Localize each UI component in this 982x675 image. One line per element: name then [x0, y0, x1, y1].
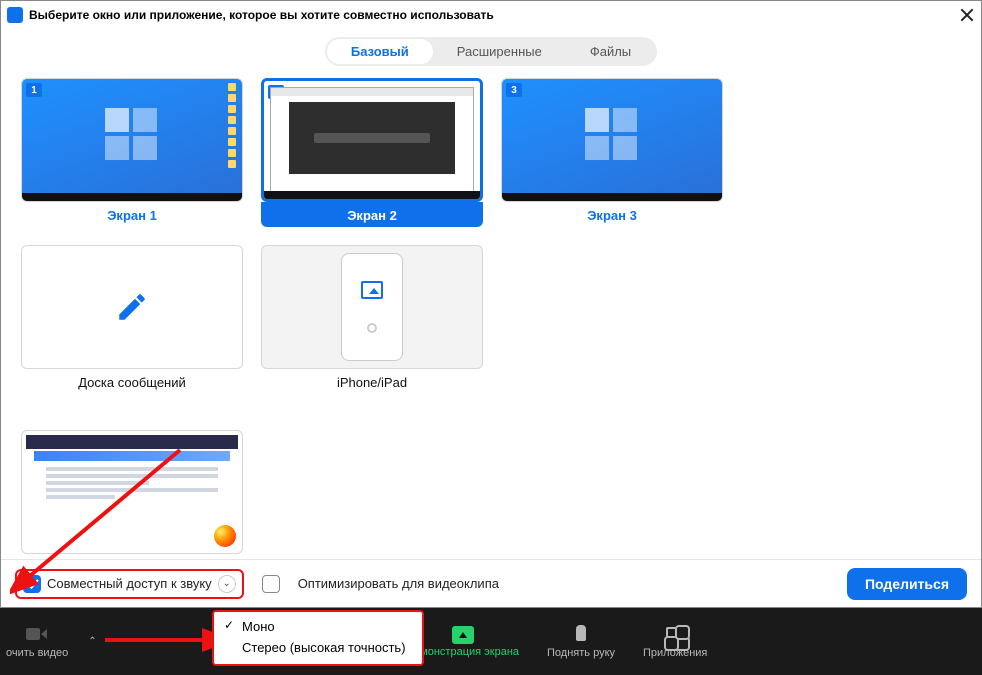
share-dialog: Выберите окно или приложение, которое вы… [0, 0, 982, 608]
card-screen-3[interactable]: 3 Экран 3 [501, 78, 723, 227]
card-iphone-ipad[interactable]: iPhone/iPad [261, 245, 483, 394]
card-label: Доска сообщений [21, 369, 243, 394]
dialog-title: Выберите окно или приложение, которое вы… [29, 8, 494, 22]
card-label: Экран 3 [501, 202, 723, 227]
share-button[interactable]: Поделиться [847, 568, 967, 600]
optimize-video-label: Оптимизировать для видеоклипа [298, 576, 499, 591]
video-caret-icon[interactable]: ⌃ [82, 636, 102, 647]
share-sound-group: Совместный доступ к звуку ⌄ [15, 569, 244, 599]
card-label: Экран 2 [261, 202, 483, 227]
tab-group: Базовый Расширенные Файлы [1, 29, 981, 78]
monitor-badge: 1 [26, 83, 42, 97]
toolbar-video-label: очить видео [6, 647, 68, 659]
tab-basic[interactable]: Базовый [327, 39, 433, 64]
toolbar-raise-hand[interactable]: Поднять руку [533, 608, 629, 675]
dialog-footer: Совместный доступ к звуку ⌄ Оптимизирова… [1, 559, 981, 607]
pencil-icon [115, 290, 149, 324]
option-mono[interactable]: Моно [222, 616, 414, 637]
camera-icon [26, 625, 48, 645]
zoom-toolbar: очить видео ⌃ Чат Демонстрация экрана По… [0, 608, 982, 675]
share-screen-icon [452, 626, 474, 644]
airplay-icon [361, 281, 383, 299]
monitor-badge: 3 [506, 83, 522, 97]
card-screen-1[interactable]: 1 Экран 1 [21, 78, 243, 227]
titlebar: Выберите окно или приложение, которое вы… [1, 1, 981, 29]
card-label: Экран 1 [21, 202, 243, 227]
tab-files[interactable]: Файлы [566, 39, 655, 64]
optimize-video-checkbox[interactable] [262, 575, 280, 593]
card-screen-2[interactable]: 2 Экран 2 [261, 78, 483, 227]
firefox-icon [214, 525, 236, 547]
card-window-firefox[interactable]: Демонстрация в zoom: как вкл… [21, 430, 243, 579]
hand-icon [570, 625, 592, 645]
zoom-logo-icon [7, 7, 23, 23]
toolbar-video[interactable]: очить видео [0, 608, 82, 675]
sound-mode-popup: Моно Стерео (высокая точность) [212, 610, 424, 666]
share-sound-checkbox[interactable] [23, 575, 41, 593]
tab-advanced[interactable]: Расширенные [433, 39, 566, 64]
toolbar-hand-label: Поднять руку [547, 647, 615, 659]
toolbar-apps[interactable]: Приложения [629, 608, 721, 675]
apps-icon [664, 625, 686, 645]
share-sound-dropdown[interactable]: ⌄ [218, 575, 236, 593]
toolbar-apps-label: Приложения [643, 647, 707, 659]
card-label: iPhone/iPad [261, 369, 483, 394]
option-stereo[interactable]: Стерео (высокая точность) [222, 637, 414, 658]
share-grid: 1 Экран 1 2 Экран 2 3 Экран 3 Доска сооб… [1, 78, 981, 579]
card-whiteboard[interactable]: Доска сообщений [21, 245, 243, 394]
close-icon[interactable] [959, 7, 975, 23]
share-sound-label: Совместный доступ к звуку [47, 576, 212, 591]
